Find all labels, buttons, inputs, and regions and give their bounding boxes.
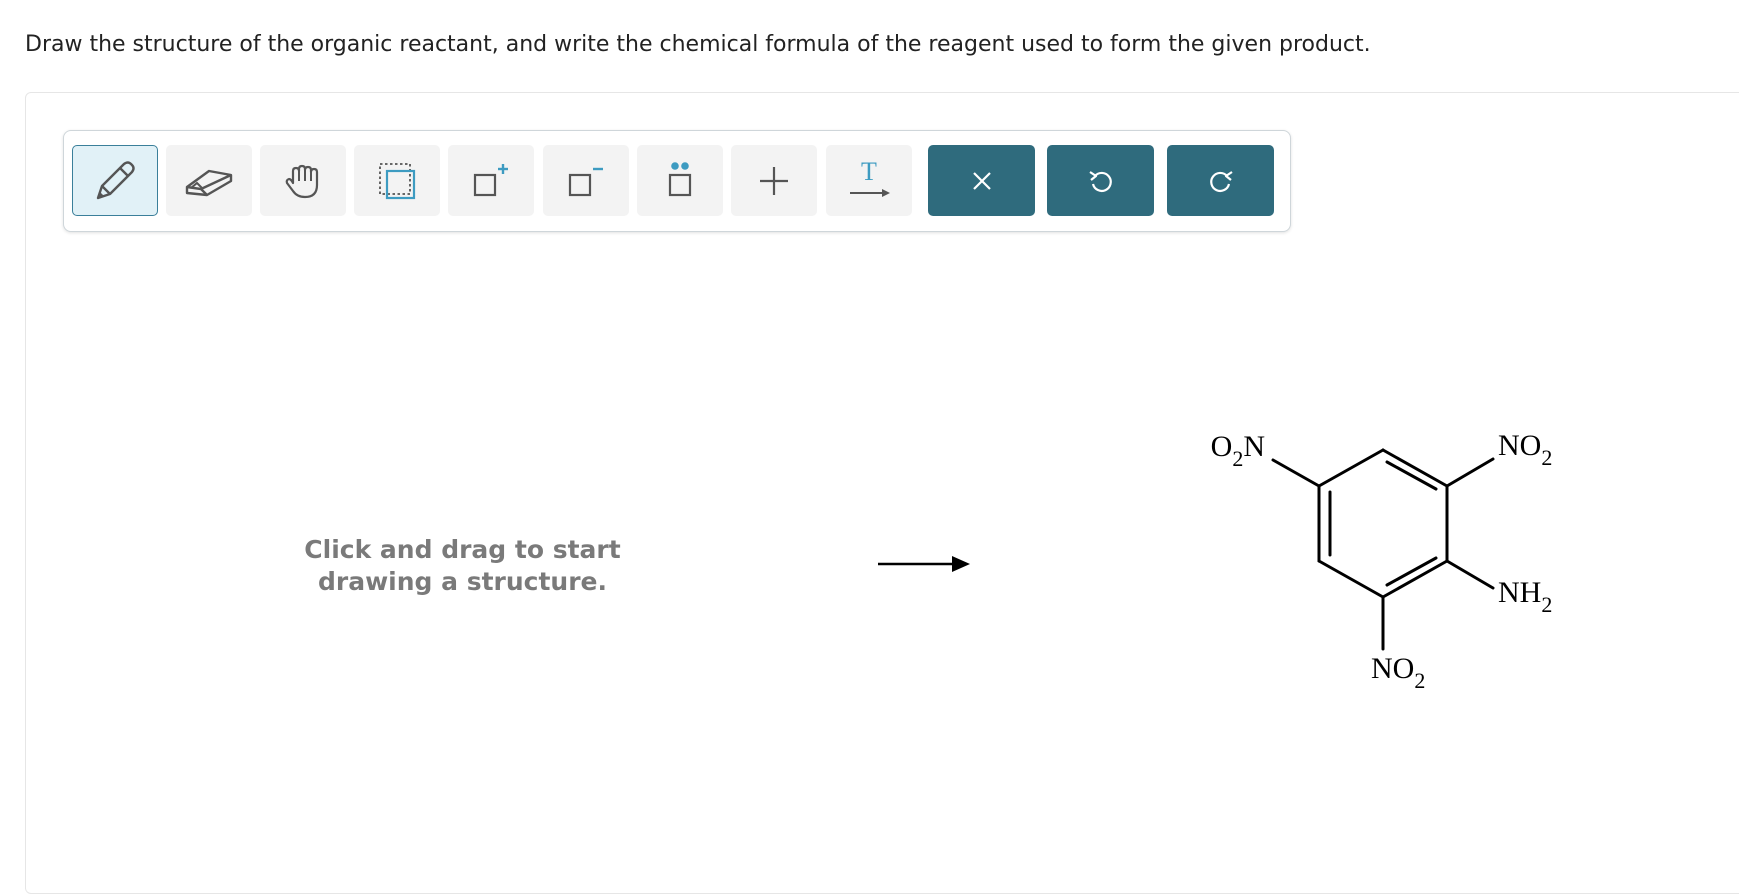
clear-button[interactable] [928,145,1035,216]
undo-icon [1088,170,1112,192]
eraser-icon [185,169,233,196]
hand-tool[interactable] [260,145,346,216]
product-molecule: O2N NO2 NH2 NO2 [1211,429,1553,693]
negative-charge-icon [568,167,603,196]
hint-line-2: drawing a structure. [317,567,608,596]
select-tool[interactable] [354,145,440,216]
pencil-icon [96,160,135,199]
hand-icon [285,164,319,198]
pencil-tool[interactable] [72,145,158,216]
text-arrow-icon: T [850,157,890,197]
hint-line-1: Click and drag to start [304,535,621,564]
close-icon [972,171,991,190]
group-nh2: NH2 [1498,576,1552,617]
undo-button[interactable] [1047,145,1154,216]
reaction-arrow [878,556,970,572]
text-arrow-tool[interactable]: T [826,145,912,216]
lone-pair-tool[interactable] [637,145,723,216]
group-o2n: O2N [1211,430,1265,471]
plus-icon [760,166,788,195]
negative-charge-tool[interactable] [543,145,629,216]
canvas-hint[interactable]: Click and drag to start drawing a struct… [270,534,655,598]
plus-tool[interactable] [731,145,817,216]
redo-button[interactable] [1167,145,1274,216]
group-no2-top-right: NO2 [1498,429,1552,470]
question-text: Draw the structure of the organic reacta… [25,32,1371,57]
redo-icon [1209,170,1233,192]
lone-pair-icon [668,161,692,196]
text-tool-label: T [861,157,877,186]
positive-charge-icon [473,163,508,196]
group-no2-bottom: NO2 [1371,652,1425,693]
selection-box-icon [379,162,416,199]
positive-charge-tool[interactable] [448,145,534,216]
eraser-tool[interactable] [166,145,252,216]
